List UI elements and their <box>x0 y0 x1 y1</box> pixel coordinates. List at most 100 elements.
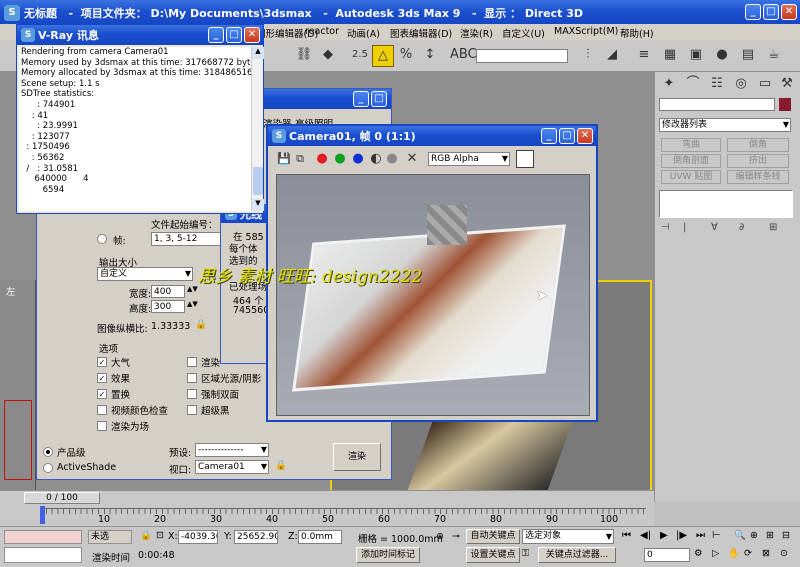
y-coordinate-field[interactable]: 25652.902 <box>234 530 278 544</box>
schematic-view-icon[interactable]: ▣ <box>686 45 706 65</box>
mirror-icon[interactable]: ⫶ <box>578 45 598 65</box>
object-color-swatch[interactable] <box>779 98 791 111</box>
orbit-icon[interactable]: ⟳ <box>744 548 752 559</box>
area-lights-checkbox[interactable] <box>187 373 197 383</box>
named-selection-dropdown[interactable] <box>476 49 568 63</box>
modifier-stack-list[interactable] <box>659 190 793 218</box>
play-icon[interactable]: ▶ <box>660 530 668 541</box>
unlink-icon[interactable]: ⛓ <box>294 45 314 65</box>
clone-window-icon[interactable]: ⧉ <box>290 149 310 169</box>
configure-sets-icon[interactable]: ⊞ <box>769 222 777 233</box>
render-fields-checkbox[interactable] <box>97 421 107 431</box>
vray-log-scrollbar[interactable]: ▲ ▼ <box>251 47 264 211</box>
output-preset-dropdown[interactable]: 自定义 ▼ <box>97 267 193 281</box>
previous-frame-icon[interactable]: ◀| <box>640 530 651 541</box>
key-filter-icon[interactable]: ⚿ <box>522 548 529 559</box>
next-frame-icon[interactable]: |▶ <box>676 530 687 541</box>
effects-checkbox[interactable]: ✓ <box>97 373 107 383</box>
production-radio[interactable] <box>43 447 53 457</box>
green-channel-icon[interactable]: ● <box>330 149 350 169</box>
red-channel-icon[interactable]: ● <box>312 149 332 169</box>
vray-close-button[interactable]: ✕ <box>244 27 260 43</box>
bend-button[interactable]: 弯曲 <box>661 138 721 152</box>
time-tag-icon[interactable]: ⊕ <box>436 531 444 542</box>
preset-dropdown[interactable]: -------------- ▼ <box>195 443 269 457</box>
material-editor-icon[interactable]: ● <box>712 45 732 65</box>
width-spinner-icon[interactable]: ▲▼ <box>187 285 198 293</box>
force-2sided-checkbox[interactable] <box>187 389 197 399</box>
left-viewport[interactable]: 左 <box>0 280 36 492</box>
show-end-result-icon[interactable]: | <box>683 222 686 233</box>
zoom-all-icon[interactable]: ⊕ <box>750 530 758 541</box>
utilities-tab-icon[interactable]: ⚒ <box>777 74 797 94</box>
key-mode-icon[interactable]: ⊸ <box>452 531 460 542</box>
frame-maximize-button[interactable]: □ <box>559 128 575 144</box>
height-spinner-icon[interactable]: ▲▼ <box>187 300 198 308</box>
maxscript-listener-pink[interactable] <box>4 530 82 544</box>
pan-icon[interactable]: ✋ <box>728 548 740 559</box>
menu-maxscript[interactable]: MAXScript(M) <box>554 26 618 37</box>
angle-snap-icon[interactable]: △ <box>372 45 394 67</box>
blue-channel-icon[interactable]: ● <box>348 149 368 169</box>
mono-channel-icon[interactable]: ● <box>382 149 402 169</box>
layer-manager-icon[interactable]: ≡ <box>634 45 654 65</box>
spinner-snap-icon[interactable]: ↕ <box>420 45 440 65</box>
remove-modifier-icon[interactable]: ∂ <box>739 222 744 233</box>
video-check-checkbox[interactable] <box>97 405 107 415</box>
time-slider-thumb[interactable]: 0 / 100 <box>24 492 100 504</box>
zoom-icon[interactable]: 🔍 <box>734 530 746 541</box>
maxscript-listener-white[interactable] <box>4 547 82 563</box>
selected-object-dropdown[interactable]: 选定对象 ▼ <box>522 529 614 544</box>
z-coordinate-field[interactable]: 0.0mm <box>298 530 342 544</box>
vray-minimize-button[interactable]: _ <box>208 27 224 43</box>
object-name-field[interactable] <box>659 98 775 111</box>
menu-graph-editor[interactable]: 图表编辑器(D) <box>390 26 452 40</box>
menu-help[interactable]: 帮助(H) <box>620 26 654 40</box>
zoom-extents-icon[interactable]: ⊞ <box>766 530 774 541</box>
clear-icon[interactable]: ✕ <box>402 149 422 169</box>
scroll-thumb[interactable] <box>253 167 263 195</box>
curve-editor-icon[interactable]: ▦ <box>660 45 680 65</box>
set-key-button[interactable]: 设置关键点 <box>466 547 520 563</box>
frames-field[interactable]: 1, 3, 5-12 <box>151 232 227 246</box>
menu-animation[interactable]: 动画(A) <box>347 26 380 40</box>
modify-tab-icon[interactable]: ⌒ <box>683 74 703 94</box>
close-button[interactable]: ✕ <box>781 4 797 20</box>
key-mode-toggle-icon[interactable]: ⊢ <box>712 530 721 541</box>
scroll-up-icon[interactable]: ▲ <box>252 47 264 59</box>
x-coordinate-field[interactable]: -4039.365 <box>178 530 218 544</box>
frames-radio[interactable] <box>97 234 107 244</box>
bind-space-warp-icon[interactable]: ◆ <box>318 45 338 65</box>
time-slider[interactable]: 0 / 100 <box>0 490 654 504</box>
menu-rendering[interactable]: 渲染(R) <box>460 26 493 40</box>
pin-stack-icon[interactable]: ⊣ <box>661 222 670 233</box>
current-frame-field[interactable]: 0 <box>644 548 690 562</box>
make-unique-icon[interactable]: ∀ <box>711 222 718 233</box>
timeline-track[interactable]: 10 20 30 40 50 60 70 80 90 100 <box>0 504 654 526</box>
auto-key-button[interactable]: 自动关键点 <box>466 529 520 544</box>
uvw-map-button[interactable]: UVW 贴图 <box>661 170 721 184</box>
modifier-list-dropdown[interactable]: 修改器列表 ▼ <box>659 118 791 132</box>
vray-maximize-button[interactable]: □ <box>226 27 242 43</box>
viewport-lock-icon[interactable]: 🔒 <box>275 460 287 471</box>
menu-reactor[interactable]: reactor <box>305 26 339 37</box>
display-tab-icon[interactable]: ▭ <box>755 74 775 94</box>
zoom-extents-all-icon[interactable]: ⊟ <box>782 530 790 541</box>
displacement-checkbox[interactable]: ✓ <box>97 389 107 399</box>
snap-25-icon[interactable]: 2.5 <box>350 45 370 65</box>
walkthrough-icon[interactable]: ⊙ <box>780 548 788 559</box>
selection-lock-icon[interactable]: 🔒 <box>140 530 152 541</box>
quick-render-icon[interactable]: ☕ <box>764 45 784 65</box>
color-swatch[interactable] <box>516 150 534 168</box>
maximize-viewport-icon[interactable]: ⊠ <box>762 548 770 559</box>
timeline-playhead[interactable] <box>40 506 45 524</box>
scroll-down-icon[interactable]: ▼ <box>252 199 264 211</box>
frame-minimize-button[interactable]: _ <box>541 128 557 144</box>
hierarchy-tab-icon[interactable]: ☷ <box>707 74 727 94</box>
channel-dropdown[interactable]: RGB Alpha ▼ <box>428 152 510 166</box>
goto-end-icon[interactable]: ⏭ <box>696 530 705 541</box>
transform-mode-icon[interactable]: ⊡ <box>156 530 164 541</box>
edit-spline-button[interactable]: 编辑样条线 <box>727 170 789 184</box>
atmosphere-checkbox[interactable]: ✓ <box>97 357 107 367</box>
render-button[interactable]: 渲染 <box>333 443 381 471</box>
